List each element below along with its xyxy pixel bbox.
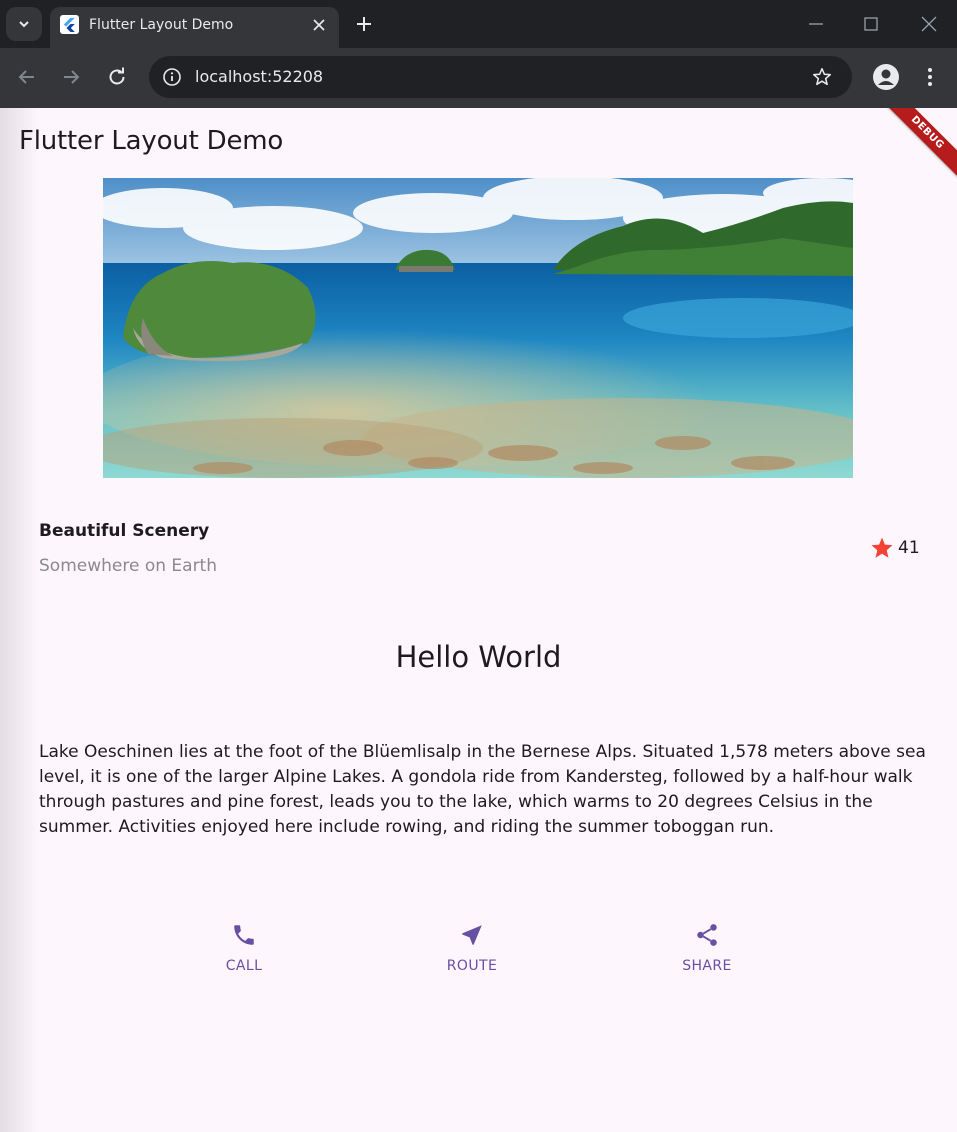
new-tab-icon[interactable] [353,13,375,35]
chevron-down-icon [19,21,29,28]
profile-avatar-icon[interactable] [872,63,900,91]
rating-count: 41 [898,538,920,558]
share-button[interactable]: SHARE [675,922,739,974]
tab-title: Flutter Layout Demo [89,17,234,33]
close-window-icon[interactable] [918,13,940,35]
call-button[interactable]: CALL [220,922,268,974]
call-label: CALL [225,958,263,974]
place-location: Somewhere on Earth [39,556,217,576]
description-text: Lake Oeschinen lies at the foot of the B… [39,742,926,837]
maximize-icon[interactable] [860,13,882,35]
hero-lake-image [103,178,853,478]
tab-search-button[interactable] [6,7,42,41]
route-button[interactable]: ROUTE [440,922,504,974]
star-icon[interactable] [870,536,894,560]
kebab-menu-icon[interactable] [920,65,940,89]
phone-icon [234,925,254,945]
app-bar-title: Flutter Layout Demo [19,126,284,156]
browser-toolbar: localhost:52208 [0,48,957,108]
url-text: localhost:52208 [195,67,324,86]
browser-tab-strip: Flutter Layout Demo [0,0,957,48]
route-label: ROUTE [446,958,498,974]
bookmark-star-icon[interactable] [811,66,833,88]
favorite-rating[interactable]: 41 [870,536,920,560]
place-title-block: Beautiful Scenery Somewhere on Earth [39,521,217,576]
minimize-icon[interactable] [805,13,827,35]
close-tab-icon[interactable] [309,15,329,35]
debug-banner-label: DEBUG [878,108,957,182]
app-page: Flutter Layout Demo DEBUG Beautiful Scen… [0,108,957,1132]
site-info-icon[interactable] [162,67,182,87]
browser-tab[interactable]: Flutter Layout Demo [50,7,339,48]
debug-banner: DEBUG [877,108,957,188]
reload-icon[interactable] [105,65,129,89]
share-label: SHARE [682,958,732,974]
place-name: Beautiful Scenery [39,521,210,541]
back-icon[interactable] [15,65,39,89]
forward-icon[interactable] [59,65,83,89]
navigation-icon [462,925,482,945]
share-icon [697,924,717,946]
edge-shadow [0,108,40,1132]
flutter-favicon-icon [60,15,79,34]
address-bar[interactable]: localhost:52208 [149,56,852,98]
hello-heading: Hello World [395,640,562,674]
